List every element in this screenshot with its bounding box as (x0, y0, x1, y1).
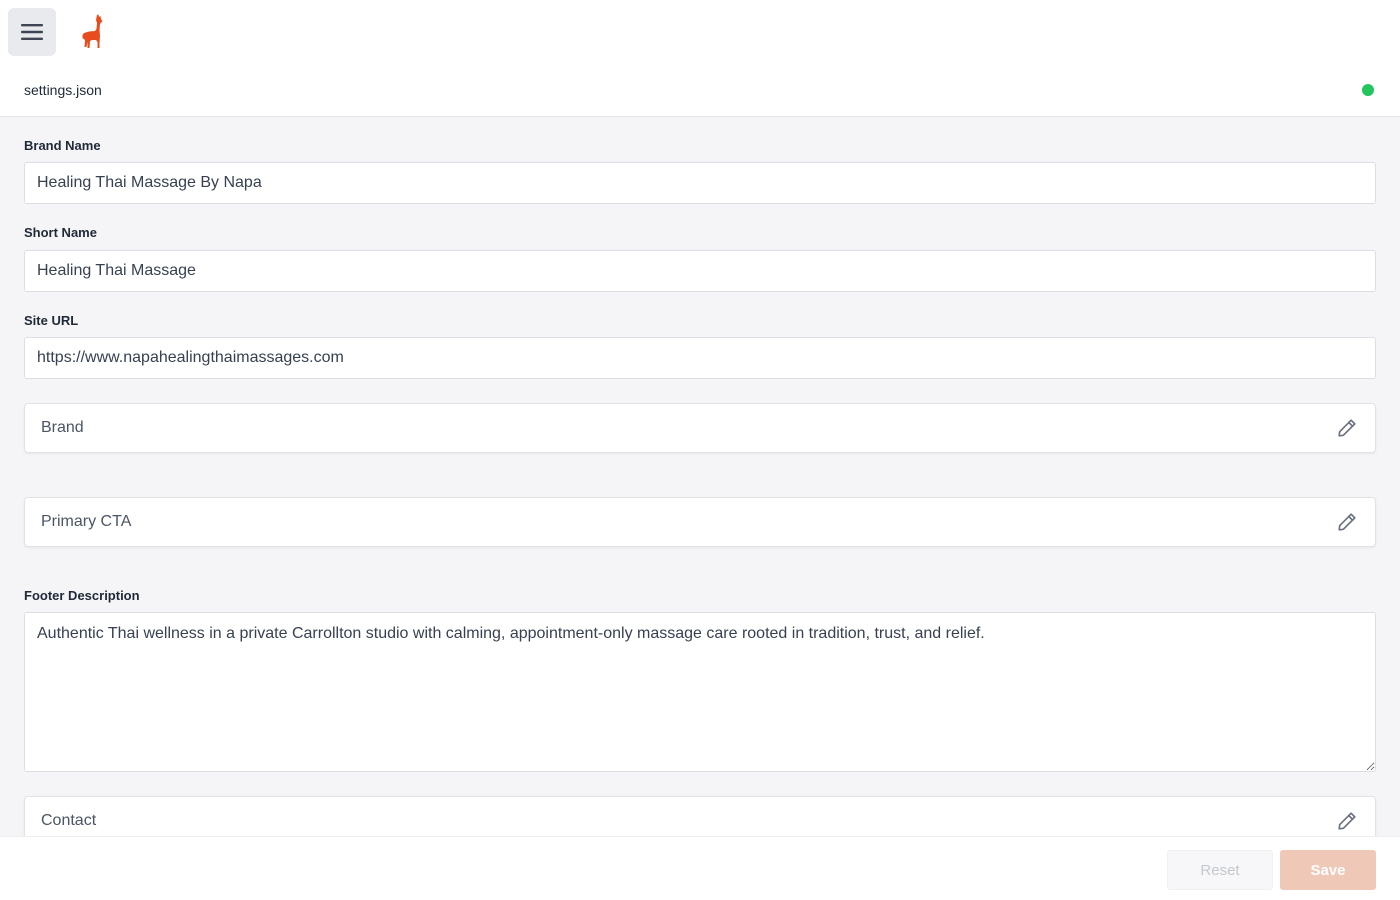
brand-panel-label: Brand (41, 419, 84, 436)
llama-logo-icon[interactable] (78, 14, 106, 50)
primary-cta-panel-label: Primary CTA (41, 513, 132, 530)
file-bar: settings.json (0, 64, 1400, 117)
action-bar: Reset Save (0, 836, 1400, 900)
footer-description-textarea[interactable]: Authentic Thai wellness in a private Car… (24, 612, 1376, 772)
site-url-label: Site URL (24, 313, 79, 328)
file-name: settings.json (24, 82, 102, 98)
site-url-input[interactable] (24, 337, 1376, 379)
save-button[interactable]: Save (1280, 850, 1376, 890)
pencil-icon[interactable] (1336, 810, 1358, 832)
short-name-input[interactable] (24, 250, 1376, 292)
pencil-icon[interactable] (1336, 511, 1358, 533)
menu-button[interactable] (8, 8, 56, 56)
primary-cta-panel[interactable]: Primary CTA (24, 497, 1376, 547)
top-bar (0, 0, 1400, 64)
contact-panel-label: Contact (41, 812, 97, 829)
brand-name-input[interactable] (24, 162, 1376, 204)
brand-panel[interactable]: Brand (24, 403, 1376, 453)
status-indicator-icon (1362, 84, 1374, 96)
footer-description-label: Footer Description (24, 588, 140, 603)
brand-name-label: Brand Name (24, 138, 101, 153)
reset-button[interactable]: Reset (1167, 850, 1273, 890)
short-name-label: Short Name (24, 225, 97, 240)
settings-form: Brand Name Short Name Site URL Brand Pri… (0, 117, 1400, 836)
hamburger-icon (21, 24, 43, 40)
pencil-icon[interactable] (1336, 417, 1358, 439)
contact-panel[interactable]: Contact (24, 796, 1376, 836)
